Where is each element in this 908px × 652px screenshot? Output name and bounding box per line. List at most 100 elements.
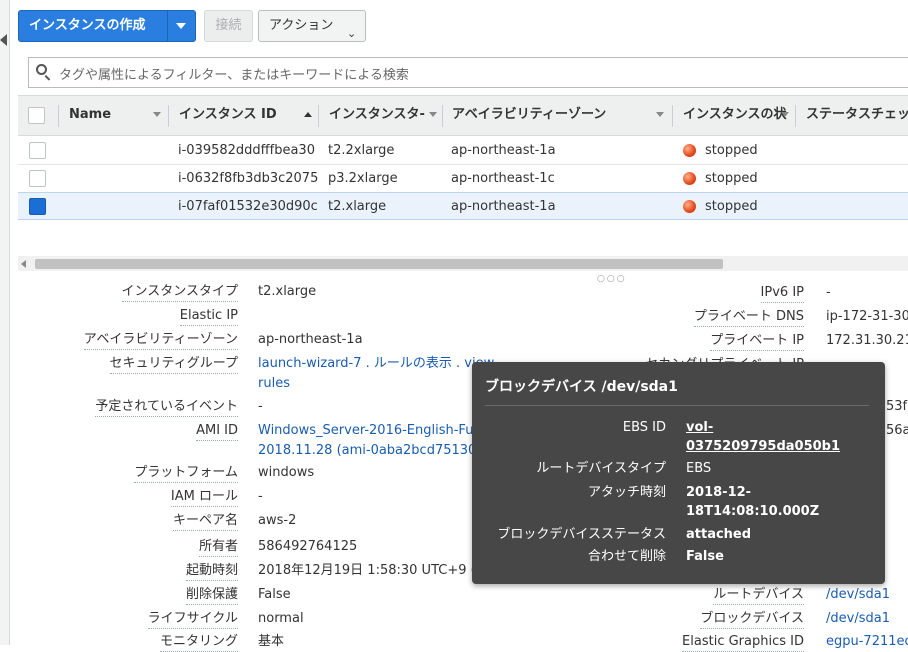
col-instance-id-label: インスタンス ID bbox=[179, 107, 277, 122]
col-name[interactable]: Name bbox=[69, 96, 164, 136]
col-status-check[interactable]: ステータスチェッ bbox=[806, 96, 908, 136]
detail-label: プラットフォーム bbox=[134, 464, 238, 483]
scroll-left-icon[interactable] bbox=[21, 260, 26, 268]
detail-value: t2.xlarge bbox=[258, 284, 317, 299]
col-instance-type[interactable]: インスタンスタ- bbox=[329, 96, 439, 136]
search-icon bbox=[36, 64, 51, 81]
sort-icon bbox=[781, 112, 789, 117]
row-checkbox[interactable] bbox=[29, 142, 46, 159]
detail-label: 削除保護 bbox=[185, 586, 238, 605]
row-checkbox[interactable] bbox=[29, 170, 46, 187]
block-device-status-value: attached bbox=[686, 527, 752, 542]
column-separator bbox=[672, 105, 673, 127]
security-group-link[interactable]: launch-wizard-7 . ルールの表示 . view bbox=[258, 355, 494, 373]
col-instance-state[interactable]: インスタンスの状 bbox=[683, 96, 791, 136]
instance-type: t2.xlarge bbox=[328, 199, 387, 214]
search-input[interactable]: タグや属性によるフィルター、またはキーワードによる検索 bbox=[28, 57, 908, 88]
detail-value: 586492764125 bbox=[258, 539, 358, 554]
detail-value: ap-northeast-1a bbox=[258, 332, 363, 347]
actions-button[interactable]: アクション ⌄ bbox=[258, 10, 366, 42]
detail-value: 56a3 bbox=[886, 423, 908, 438]
ami-id-link[interactable]: Windows_Server-2016-English-Full-B bbox=[258, 422, 494, 440]
sort-icon bbox=[656, 112, 664, 117]
side-panel-toggle[interactable] bbox=[0, 0, 10, 645]
ebs-id-link-line2[interactable]: 0375209795da050b1 bbox=[686, 437, 840, 457]
detail-value: windows bbox=[258, 465, 315, 480]
pane-resize-handle[interactable]: ○○○ bbox=[597, 274, 627, 284]
root-device-type-label: ルートデバイスタイプ bbox=[536, 461, 666, 476]
scrollbar-thumb[interactable] bbox=[35, 259, 723, 269]
ami-id-link-line2[interactable]: 2018.11.28 (ami-0aba2bcd75130d5f8 bbox=[258, 442, 506, 460]
actions-label: アクション bbox=[269, 18, 334, 33]
column-separator bbox=[58, 105, 59, 127]
detail-label: IPv6 IP bbox=[760, 284, 804, 303]
detail-value: 53f bbox=[886, 399, 908, 414]
availability-zone: ap-northeast-1a bbox=[451, 199, 556, 214]
detail-label: モニタリング bbox=[159, 633, 238, 652]
table-row[interactable]: i-0632f8fb3db3c2075 p3.2xlarge ap-northe… bbox=[18, 165, 908, 193]
table-row[interactable]: i-039582dddfffbea30 t2.2xlarge ap-northe… bbox=[18, 137, 908, 165]
instance-type: p3.2xlarge bbox=[328, 171, 398, 186]
detail-label: Elastic Graphics ID bbox=[682, 633, 804, 652]
instance-id: i-07faf01532e30d90c bbox=[178, 199, 318, 214]
row-checkbox-checked[interactable] bbox=[29, 198, 46, 215]
create-instance-button[interactable]: インスタンスの作成 bbox=[18, 10, 196, 42]
split-divider bbox=[167, 11, 168, 41]
detail-label: ライフサイクル bbox=[147, 610, 238, 629]
detail-label: プライベート DNS bbox=[693, 308, 804, 327]
attach-time-label: アタッチ時刻 bbox=[587, 485, 666, 500]
detail-label: キーペア名 bbox=[172, 512, 238, 531]
detail-label: インスタンスタイプ bbox=[121, 283, 238, 302]
stopped-status-icon bbox=[683, 172, 696, 185]
detail-value: ip-172-31-30-2 bbox=[826, 309, 908, 324]
detail-value: 基本 bbox=[258, 634, 285, 649]
attach-time-value: 2018-12- bbox=[686, 485, 752, 500]
table-row-selected[interactable]: i-07faf01532e30d90c t2.xlarge ap-northea… bbox=[18, 192, 908, 220]
detail-value: - bbox=[258, 489, 263, 504]
column-separator bbox=[318, 105, 319, 127]
instance-id: i-0632f8fb3db3c2075 bbox=[178, 171, 319, 186]
detail-label: ブロックデバイス bbox=[700, 610, 804, 629]
detail-value: - bbox=[826, 285, 831, 300]
stopped-status-icon bbox=[683, 144, 696, 157]
popover-divider bbox=[485, 405, 869, 406]
collapse-arrow-icon[interactable] bbox=[0, 34, 7, 46]
detail-value: normal bbox=[258, 611, 304, 626]
view-rules-link[interactable]: rules bbox=[258, 375, 290, 393]
root-device-link[interactable]: /dev/sda1 bbox=[826, 586, 890, 604]
select-all-checkbox[interactable] bbox=[28, 107, 45, 124]
col-instance-id[interactable]: インスタンス ID bbox=[179, 96, 315, 136]
detail-value: 172.31.30.218 bbox=[826, 333, 908, 348]
block-device-popover: ブロックデバイス /dev/sda1 EBS ID vol- 037520979… bbox=[472, 362, 885, 584]
detail-label: Elastic IP bbox=[179, 307, 238, 326]
detail-label: 所有者 bbox=[198, 538, 238, 557]
delete-on-termination-label: 合わせて削除 bbox=[587, 549, 666, 564]
elastic-graphics-link[interactable]: egpu-7211ed3 bbox=[826, 633, 908, 651]
horizontal-scrollbar[interactable] bbox=[18, 256, 908, 271]
instance-state: stopped bbox=[705, 171, 758, 186]
detail-label: 予定されているイベント bbox=[95, 398, 238, 417]
detail-label: アベイラビリティーゾーン bbox=[83, 331, 238, 350]
column-separator bbox=[795, 105, 796, 127]
root-device-type-value: EBS bbox=[686, 461, 712, 476]
col-availability-zone[interactable]: アベイラビリティーゾーン bbox=[452, 96, 668, 136]
delete-on-termination-value: False bbox=[686, 549, 724, 564]
popover-title: ブロックデバイス /dev/sda1 bbox=[485, 379, 678, 395]
detail-value: False bbox=[258, 587, 291, 602]
block-device-link[interactable]: /dev/sda1 bbox=[826, 610, 890, 628]
sort-ascending-icon bbox=[304, 112, 312, 117]
create-instance-label: インスタンスの作成 bbox=[29, 18, 146, 33]
instance-state: stopped bbox=[705, 199, 758, 214]
connect-button[interactable]: 接続 bbox=[204, 10, 253, 42]
instance-type: t2.2xlarge bbox=[328, 143, 395, 158]
search-placeholder: タグや属性によるフィルター、またはキーワードによる検索 bbox=[59, 68, 409, 83]
detail-label: AMI ID bbox=[196, 422, 238, 441]
chevron-down-icon[interactable] bbox=[176, 23, 186, 29]
detail-value: aws-2 bbox=[258, 513, 297, 528]
chevron-down-icon: ⌄ bbox=[347, 27, 357, 40]
sort-icon bbox=[429, 112, 437, 117]
ebs-id-link[interactable]: vol- bbox=[686, 418, 713, 438]
detail-label: IAM ロール bbox=[170, 488, 238, 507]
ebs-id-label: EBS ID bbox=[622, 420, 666, 435]
col-name-label: Name bbox=[69, 107, 112, 122]
